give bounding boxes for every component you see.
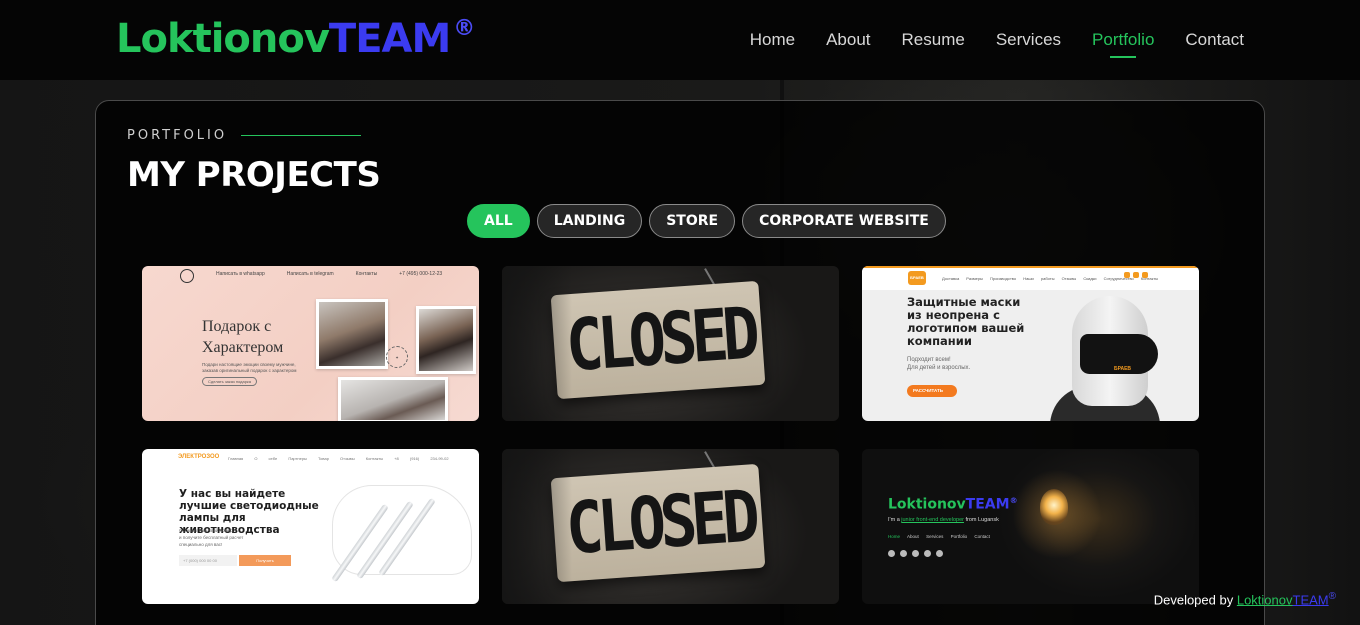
nav-resume[interactable]: Resume: [902, 30, 965, 50]
footer-brand-link-blue[interactable]: TEAM: [1293, 592, 1329, 607]
gift-link: Написать в telegram: [286, 271, 334, 277]
section-label-text: PORTFOLIO: [127, 128, 228, 143]
project-card-closed[interactable]: CLOSED: [502, 449, 839, 604]
gift-heading: Подарок с Характером: [202, 318, 284, 356]
filter-corporate-website[interactable]: CORPORATE WEBSITE: [742, 204, 946, 238]
lamps-text: Оставьте нам свой номер, и получите бесп…: [179, 527, 243, 548]
developed-by-text: Developed by: [1153, 592, 1234, 608]
couple-photo: [338, 377, 448, 421]
lightbulb-icon: [1040, 489, 1068, 525]
lamps-nav-links: Главная О себе Партнеры Товар Отзывы Кон…: [228, 456, 384, 461]
mini-social-icons: [888, 550, 943, 557]
portfolio-panel: PORTFOLIO MY PROJECTS ALL LANDING STORE …: [95, 100, 1265, 625]
couple-photo: [416, 306, 476, 374]
site-header: LoktionovTEAM ® Home About Resume Servic…: [0, 0, 1360, 80]
mini-logo-blue: TEAM: [965, 496, 1010, 513]
lamps-logo: ЭЛЕКТРОЗОО: [178, 454, 220, 460]
nav-contact[interactable]: Contact: [1185, 30, 1244, 50]
cow-outline: [332, 485, 472, 575]
masks-text-line: Подходит всем!: [907, 357, 951, 363]
filter-all[interactable]: ALL: [467, 204, 530, 238]
mini-nav-link: Services: [926, 534, 944, 539]
masks-text-line: Для детей и взрослых.: [907, 365, 971, 371]
lamps-links: Главная О себе Партнеры Товар Отзывы Кон…: [228, 456, 449, 461]
logo-part-blue: TEAM: [328, 16, 451, 62]
masks-text: Подходит всем! Для детей и взрослых.: [907, 356, 970, 372]
mini-subtitle-post: from Lugansk: [965, 517, 999, 523]
nav-home[interactable]: Home: [750, 30, 795, 50]
masks-social-icons: [1124, 272, 1148, 278]
mini-logo-reg: ®: [1009, 496, 1018, 505]
project-card-portfolio-site[interactable]: LoktionovTEAM® I'm a junior front-end de…: [862, 449, 1199, 604]
mini-nav-link: Portfolio: [950, 534, 968, 539]
mini-logo-green: Loktionov: [888, 496, 966, 513]
masks-heading: Защитные маски из неопрена с логотипом в…: [907, 295, 1025, 348]
project-card-gift[interactable]: Написать в whatsapp Написать в telegram …: [142, 266, 479, 421]
closed-sign-text: CLOSED: [563, 473, 757, 571]
blur-overlay: [502, 449, 572, 604]
footer-registered-mark: ®: [1328, 591, 1336, 602]
stamp-icon: ✦: [386, 346, 408, 368]
masks-logo: БРАЕВ: [908, 271, 926, 285]
registered-mark: ®: [453, 16, 475, 41]
project-card-closed[interactable]: CLOSED: [502, 266, 839, 421]
mini-logo: LoktionovTEAM®: [888, 496, 1018, 513]
mini-nav-link: About: [907, 534, 919, 539]
blur-overlay: [502, 266, 572, 421]
mini-subtitle-highlight: junior front-end developer: [901, 517, 964, 523]
lamps-text-line: специально для вас!: [179, 542, 223, 547]
filter-bar: ALL LANDING STORE CORPORATE WEBSITE: [467, 204, 946, 238]
nav-portfolio[interactable]: Portfolio: [1092, 30, 1154, 50]
lamps-text-line: Оставьте нам свой номер,: [179, 528, 234, 533]
closed-sign-text: CLOSED: [563, 290, 757, 388]
footer-credit: Developed by LoktionovTEAM®: [1154, 591, 1336, 607]
gift-text: Подари настоящие эмоции своему мужчине, …: [202, 362, 297, 373]
mini-nav-link: Home: [888, 534, 901, 539]
nav-services[interactable]: Services: [996, 30, 1061, 50]
nav-about[interactable]: About: [826, 30, 870, 50]
gift-phone: +7 (495) 000-12-23: [399, 271, 443, 277]
mask-brand: БРАЕВ: [1114, 366, 1132, 372]
closed-sign: CLOSED: [550, 463, 766, 583]
lamps-get-button: Получить: [239, 555, 291, 566]
gift-top-links: Написать в whatsapp Написать в telegram …: [142, 266, 479, 284]
mini-subtitle-pre: I'm a: [888, 517, 900, 523]
mini-subtitle: I'm a junior front-end developer from Lu…: [888, 517, 999, 523]
filter-landing[interactable]: LANDING: [536, 204, 643, 238]
gift-link: Написать в whatsapp: [216, 271, 265, 277]
couple-photo: [316, 299, 388, 369]
closed-sign: CLOSED: [550, 280, 766, 400]
mini-nav-link: Contact: [974, 534, 990, 539]
main-nav: Home About Resume Services Portfolio Con…: [750, 30, 1244, 50]
footer-brand-link-green[interactable]: Loktionov: [1237, 592, 1293, 607]
lamps-phone: +8 (916) 234-99-02: [394, 456, 449, 461]
project-card-masks[interactable]: БРАЕВ Доставка Размеры Производство Наши…: [862, 266, 1199, 421]
site-logo[interactable]: LoktionovTEAM ®: [116, 14, 475, 64]
gift-order-button: Сделать заказ подарка: [202, 377, 257, 386]
lamps-text-line: и получите бесплатный расчет: [179, 535, 244, 540]
filter-store[interactable]: STORE: [649, 204, 736, 238]
logo-part-green: Loktionov: [116, 16, 330, 62]
lamps-phone-input: +7 (000) 000 00 00: [179, 555, 237, 566]
section-label: PORTFOLIO: [127, 128, 362, 143]
project-card-lamps[interactable]: ЭЛЕКТРОЗОО Главная О себе Партнеры Товар…: [142, 449, 479, 604]
mini-nav: Home About Services Portfolio Contact: [888, 534, 990, 539]
gift-link: Контакты: [355, 271, 378, 277]
masks-calc-button: РАССЧИТАТЬ: [907, 385, 957, 397]
page-title: MY PROJECTS: [127, 155, 381, 195]
section-label-line: [241, 135, 362, 136]
